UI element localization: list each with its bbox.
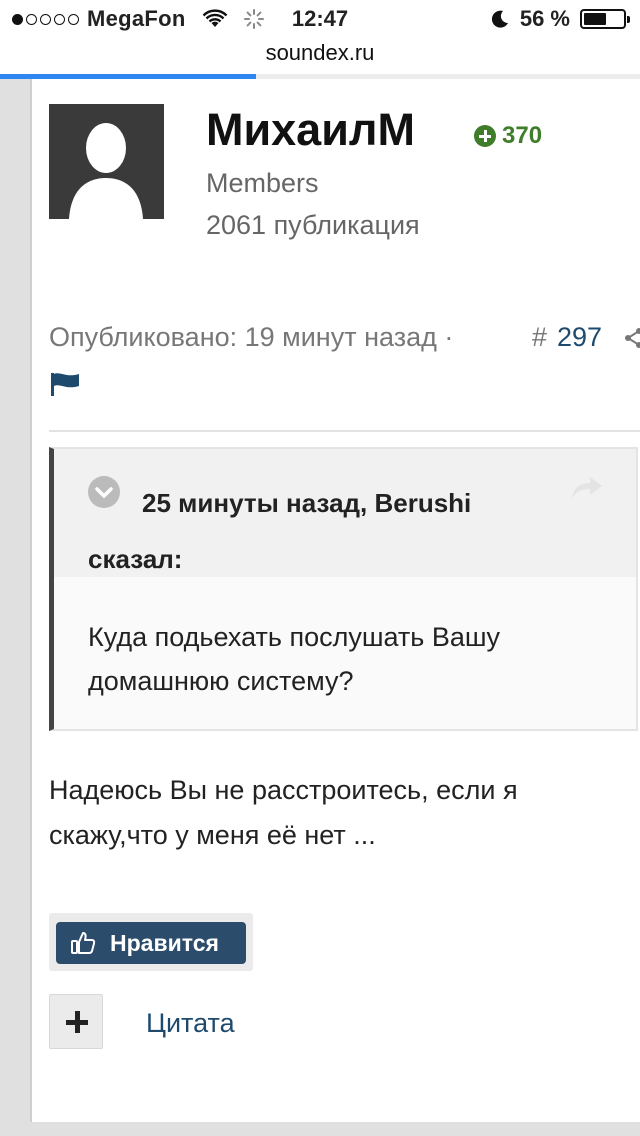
status-bar: MegaFon 12:47 56 %: [0, 0, 640, 40]
share-icon[interactable]: [622, 326, 640, 350]
quote-attribution-line2: сказал:: [88, 544, 183, 574]
quote-block: 25 минуты назад, Berushi сказал: Куда по…: [49, 447, 638, 731]
post-body: Надеюсь Вы не расстроитесь, если я скажу…: [49, 775, 518, 850]
avatar[interactable]: [49, 104, 164, 219]
page-frame-bottom: [0, 1122, 640, 1136]
post-meta: Опубликовано: 19 минут назад · # 297: [49, 322, 602, 353]
thumbs-up-icon: [71, 932, 96, 954]
reputation-badge: 370: [474, 122, 542, 150]
plus-circle-icon: [474, 125, 496, 147]
reply-arrow-icon[interactable]: [570, 475, 604, 501]
report-flag-icon[interactable]: [50, 372, 80, 396]
author-name[interactable]: МихаилМ: [206, 104, 415, 156]
published-time: Опубликовано: 19 минут назад ·: [49, 322, 454, 352]
post-count: 2061 публикация: [206, 210, 420, 240]
quote-text: Куда подьехать послушать Вашу домашнюю с…: [88, 622, 501, 696]
quote-button[interactable]: Цитата: [146, 1008, 235, 1039]
reaction-area: Нравится: [49, 913, 253, 971]
like-label: Нравится: [110, 929, 219, 956]
page-frame-border: [30, 79, 32, 1124]
page-frame-left: [0, 79, 32, 1136]
progress-fill: [0, 74, 256, 79]
hash-symbol: #: [532, 322, 548, 352]
quote-header: 25 минуты назад, Berushi сказал:: [54, 449, 636, 577]
post-number-link[interactable]: 297: [557, 322, 602, 353]
multiquote-button[interactable]: [49, 994, 103, 1049]
chevron-down-icon[interactable]: [88, 476, 120, 508]
divider: [49, 430, 640, 432]
battery-percentage: 56 %: [519, 6, 570, 31]
reputation-value: 370: [502, 122, 543, 149]
member-group: Members: [206, 168, 319, 198]
like-button[interactable]: Нравится: [56, 922, 246, 964]
url-text: soundex.ru: [265, 40, 375, 65]
quote-attribution-line1: 25 минуты назад, Berushi: [142, 488, 472, 518]
address-bar[interactable]: soundex.ru: [0, 40, 640, 74]
user-silhouette-icon: [49, 104, 164, 219]
moon-icon: [491, 10, 508, 28]
battery-icon: [580, 9, 630, 29]
plus-icon-vertical: [74, 1011, 80, 1033]
page-load-progress: [0, 74, 640, 79]
